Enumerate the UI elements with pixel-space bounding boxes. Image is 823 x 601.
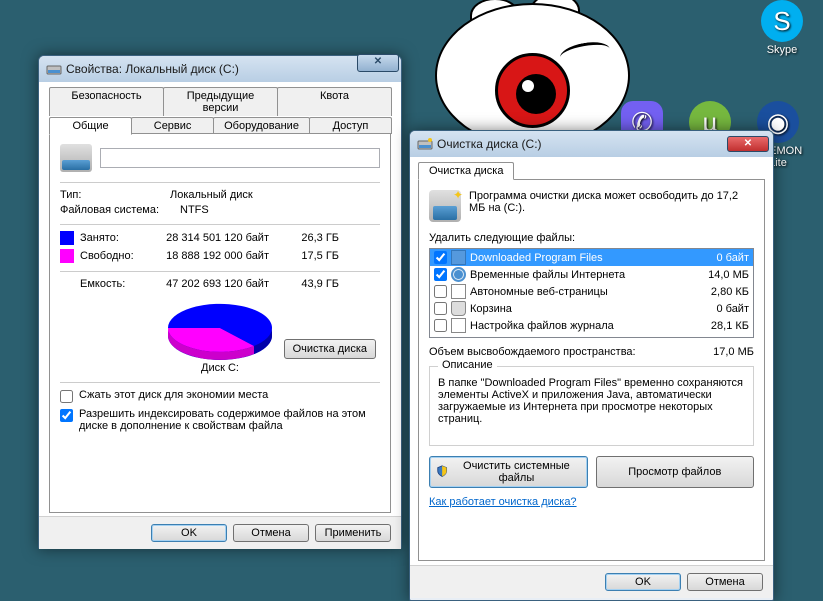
delete-files-label: Удалить следующие файлы: bbox=[429, 232, 754, 244]
titlebar[interactable]: Очистка диска (C:) ✕ bbox=[410, 131, 773, 157]
tab-sharing[interactable]: Доступ bbox=[309, 117, 392, 134]
file-name: Downloaded Program Files bbox=[470, 252, 694, 264]
disk-usage-pie bbox=[160, 298, 280, 360]
tab-previous[interactable]: Предыдущие версии bbox=[163, 87, 278, 116]
drive-icon bbox=[46, 61, 62, 77]
free-bytes: 18 888 192 000 байт bbox=[154, 250, 284, 262]
file-type-icon bbox=[451, 267, 466, 282]
window-title: Очистка диска (C:) bbox=[437, 137, 725, 151]
file-name: Автономные веб-страницы bbox=[470, 286, 694, 298]
cap-bytes: 47 202 693 120 байт bbox=[154, 278, 284, 290]
description-text: В папке "Downloaded Program Files" време… bbox=[438, 377, 745, 437]
close-button[interactable]: ✕ bbox=[357, 54, 399, 72]
used-swatch bbox=[60, 231, 74, 245]
wallpaper-graphic bbox=[435, 28, 630, 143]
close-button[interactable]: ✕ bbox=[727, 136, 769, 152]
total-space-label: Объем высвобождаемого пространства: bbox=[429, 346, 636, 358]
free-swatch bbox=[60, 249, 74, 263]
file-checkbox[interactable] bbox=[434, 302, 447, 315]
cleanup-icon bbox=[417, 136, 433, 152]
cleanup-icon bbox=[429, 190, 461, 222]
ok-button[interactable]: OK bbox=[151, 524, 227, 542]
cap-label: Емкость: bbox=[80, 278, 154, 290]
tab-security[interactable]: Безопасность bbox=[49, 87, 164, 116]
file-list-row[interactable]: Корзина0 байт bbox=[430, 300, 753, 317]
used-gb: 26,3 ГБ bbox=[284, 232, 339, 244]
file-size: 14,0 МБ bbox=[694, 269, 749, 281]
cleanup-intro: Программа очистки диска может освободить… bbox=[469, 190, 754, 214]
file-list-row[interactable]: Настройка файлов журнала28,1 КБ bbox=[430, 317, 753, 334]
desc-legend: Описание bbox=[438, 359, 497, 371]
file-checkbox[interactable] bbox=[434, 285, 447, 298]
cap-gb: 43,9 ГБ bbox=[284, 278, 339, 290]
type-value: Локальный диск bbox=[170, 189, 253, 201]
file-size: 2,80 КБ bbox=[694, 286, 749, 298]
fs-value: NTFS bbox=[180, 204, 209, 216]
tab-cleanup[interactable]: Очистка диска bbox=[418, 162, 514, 180]
file-list[interactable]: Downloaded Program Files0 байтВременные … bbox=[429, 248, 754, 338]
fs-label: Файловая система: bbox=[60, 204, 180, 216]
shield-icon bbox=[436, 465, 448, 479]
compress-label: Сжать этот диск для экономии места bbox=[79, 389, 380, 401]
clean-system-files-button[interactable]: Очистить системные файлы bbox=[429, 456, 588, 488]
file-name: Временные файлы Интернета bbox=[470, 269, 694, 281]
disk-cleanup-button[interactable]: Очистка диска bbox=[284, 339, 376, 359]
file-size: 0 байт bbox=[694, 252, 749, 264]
cleanup-panel: Программа очистки диска может освободить… bbox=[418, 179, 765, 561]
index-label: Разрешить индексировать содержимое файло… bbox=[79, 408, 380, 432]
tab-quota[interactable]: Квота bbox=[277, 87, 392, 116]
drive-icon bbox=[60, 144, 92, 172]
desktop-icon-label: Skype bbox=[748, 44, 816, 56]
file-size: 28,1 КБ bbox=[694, 320, 749, 332]
file-type-icon bbox=[451, 284, 466, 299]
file-checkbox[interactable] bbox=[434, 319, 447, 332]
apply-button[interactable]: Применить bbox=[315, 524, 391, 542]
total-space-value: 17,0 МБ bbox=[713, 346, 754, 358]
file-type-icon bbox=[451, 250, 466, 265]
file-checkbox[interactable] bbox=[434, 268, 447, 281]
used-bytes: 28 314 501 120 байт bbox=[154, 232, 284, 244]
ok-button[interactable]: OK bbox=[605, 573, 681, 591]
skype-icon: S bbox=[761, 0, 803, 42]
used-label: Занято: bbox=[80, 232, 154, 244]
how-it-works-link[interactable]: Как работает очистка диска? bbox=[429, 496, 577, 508]
file-type-icon bbox=[451, 301, 466, 316]
properties-window: Свойства: Локальный диск (C:) ✕ Безопасн… bbox=[38, 55, 402, 549]
file-size: 0 байт bbox=[694, 303, 749, 315]
file-checkbox[interactable] bbox=[434, 251, 447, 264]
tab-panel-general: Тип:Локальный диск Файловая система:NTFS… bbox=[49, 133, 391, 513]
tab-tools[interactable]: Сервис bbox=[131, 117, 214, 134]
tab-hardware[interactable]: Оборудование bbox=[213, 117, 310, 134]
file-list-row[interactable]: Downloaded Program Files0 байт bbox=[430, 249, 753, 266]
free-label: Свободно: bbox=[80, 250, 154, 262]
cancel-button[interactable]: Отмена bbox=[233, 524, 309, 542]
file-list-row[interactable]: Автономные веб-страницы2,80 КБ bbox=[430, 283, 753, 300]
cancel-button[interactable]: Отмена bbox=[687, 573, 763, 591]
file-list-row[interactable]: Временные файлы Интернета14,0 МБ bbox=[430, 266, 753, 283]
disk-cleanup-window: Очистка диска (C:) ✕ Очистка диска Прогр… bbox=[409, 130, 774, 601]
type-label: Тип: bbox=[60, 189, 170, 201]
index-checkbox[interactable] bbox=[60, 409, 73, 422]
view-files-button[interactable]: Просмотр файлов bbox=[596, 456, 755, 488]
compress-checkbox[interactable] bbox=[60, 390, 73, 403]
free-gb: 17,5 ГБ bbox=[284, 250, 339, 262]
description-group: Описание В папке "Downloaded Program Fil… bbox=[429, 366, 754, 446]
tab-general[interactable]: Общие bbox=[49, 117, 132, 135]
file-type-icon bbox=[451, 318, 466, 333]
file-name: Настройка файлов журнала bbox=[470, 320, 694, 332]
drive-name-input[interactable] bbox=[100, 148, 380, 168]
window-title: Свойства: Локальный диск (C:) bbox=[66, 62, 397, 76]
file-name: Корзина bbox=[470, 303, 694, 315]
titlebar[interactable]: Свойства: Локальный диск (C:) ✕ bbox=[39, 56, 401, 82]
desktop-icon-skype[interactable]: S Skype bbox=[748, 0, 816, 56]
